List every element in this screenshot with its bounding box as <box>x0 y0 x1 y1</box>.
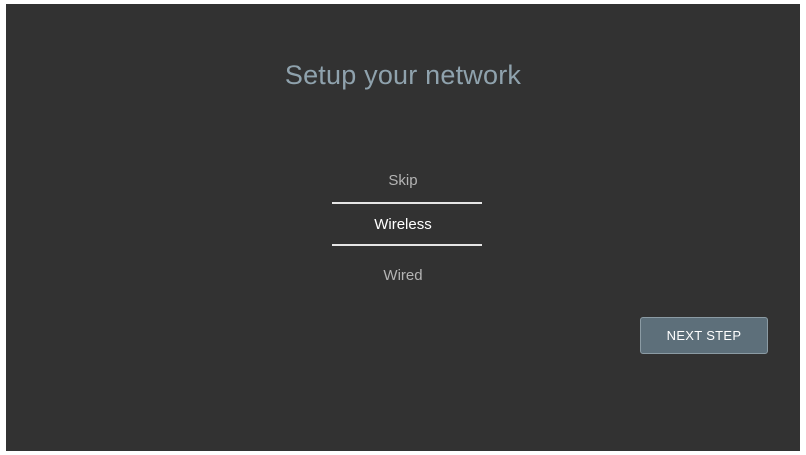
option-wired[interactable]: Wired <box>6 267 800 284</box>
selection-divider-bottom <box>332 244 482 246</box>
page-title: Setup your network <box>284 60 522 90</box>
option-skip[interactable]: Skip <box>6 172 800 189</box>
next-step-button[interactable]: NEXT STEP <box>640 317 768 354</box>
selection-divider-top <box>332 202 482 204</box>
setup-screen: Setup your network Skip Wireless Wired N… <box>6 4 800 451</box>
option-wireless[interactable]: Wireless <box>6 216 800 233</box>
